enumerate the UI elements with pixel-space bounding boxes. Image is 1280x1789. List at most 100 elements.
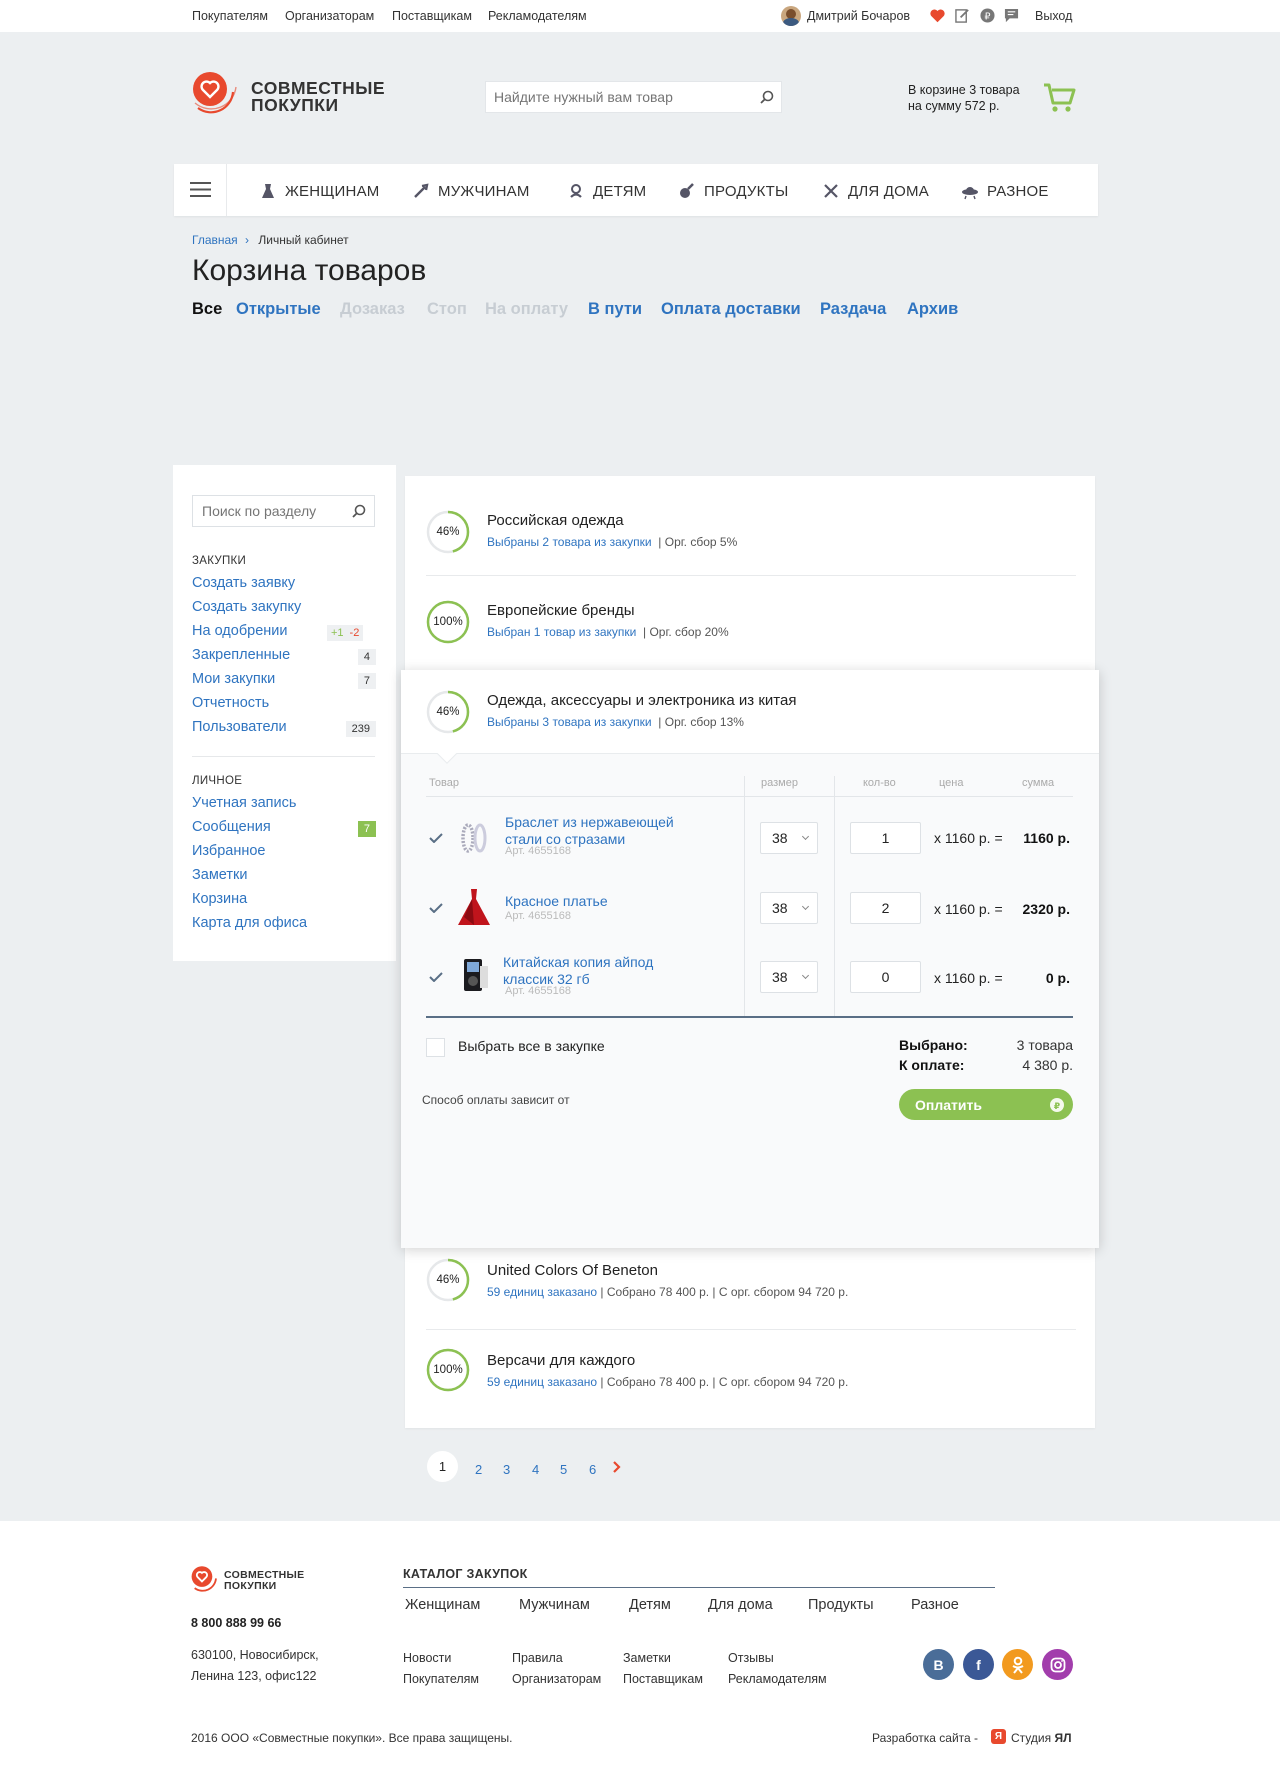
footer-link-suppliers[interactable]: Поставщикам: [623, 1672, 703, 1686]
logout-link[interactable]: Выход: [1035, 9, 1072, 23]
purchase-selected-link[interactable]: Выбраны 3 товара из закупки: [487, 715, 652, 729]
sidebar-item-fixed[interactable]: Закрепленные: [192, 647, 290, 663]
footer-link-buyers[interactable]: Покупателям: [403, 1672, 479, 1686]
sidebar-item-messages[interactable]: Сообщения: [192, 819, 271, 835]
purchase-selected-link[interactable]: Выбран 1 товар из закупки: [487, 625, 636, 639]
sidebar-item-reports[interactable]: Отчетность: [192, 695, 269, 711]
purchase-title[interactable]: Версачи для каждого: [487, 1352, 635, 1369]
purchase-ordered-link[interactable]: 59 единиц заказано: [487, 1375, 597, 1389]
product-name[interactable]: Браслет из нержавеющей стали со стразами: [505, 814, 674, 848]
cart-summary[interactable]: В корзине 3 товара на сумму 572 р.: [908, 82, 1020, 114]
studio-logo-icon[interactable]: Я: [991, 1729, 1006, 1744]
red-dress-product-image[interactable]: [456, 887, 492, 927]
tab-reorder[interactable]: Дозаказ: [340, 300, 405, 319]
tab-in-transit[interactable]: В пути: [588, 300, 642, 319]
heart-icon[interactable]: [930, 9, 945, 23]
checkbox-checked-icon[interactable]: [429, 903, 443, 913]
logo-icon[interactable]: [191, 70, 239, 116]
sidebar-item-create-request[interactable]: Создать заявку: [192, 575, 295, 591]
sidebar-item-create-purchase[interactable]: Создать закупку: [192, 599, 301, 615]
footer-cat-kids[interactable]: Детям: [629, 1597, 671, 1613]
purchase-title[interactable]: United Colors Of Beneton: [487, 1262, 658, 1279]
topbar-link-suppliers[interactable]: Поставщикам: [392, 9, 472, 23]
sidebar-item-favorites[interactable]: Избранное: [192, 843, 265, 859]
footer-link-notes[interactable]: Заметки: [623, 1651, 671, 1665]
tab-open[interactable]: Открытые: [236, 300, 321, 319]
purchase-title[interactable]: Одежда, аксессуары и электроника из кита…: [487, 692, 796, 709]
footer-link-organizers[interactable]: Организаторам: [512, 1672, 601, 1686]
quantity-input[interactable]: 2: [850, 892, 921, 924]
pay-button[interactable]: Оплатить ₽: [899, 1089, 1073, 1120]
product-name[interactable]: Красное платье: [505, 893, 608, 910]
instagram-icon[interactable]: ig: [1042, 1649, 1073, 1680]
page-3[interactable]: 3: [503, 1462, 510, 1477]
nav-home[interactable]: ДЛЯ ДОМА: [822, 182, 929, 200]
size-select[interactable]: 38: [760, 892, 818, 924]
page-2[interactable]: 2: [475, 1462, 482, 1477]
checkbox-checked-icon[interactable]: [429, 833, 443, 843]
nav-misc[interactable]: РАЗНОЕ: [961, 182, 1049, 200]
checkbox-checked-icon[interactable]: [429, 972, 443, 982]
ipod-product-image[interactable]: [458, 956, 492, 996]
sidebar-item-account[interactable]: Учетная запись: [192, 795, 296, 811]
footer-link-rules[interactable]: Правила: [512, 1651, 563, 1665]
tab-delivery-payment[interactable]: Оплата доставки: [661, 300, 801, 319]
tab-archive[interactable]: Архив: [907, 300, 958, 319]
purchase-ordered-link[interactable]: 59 единиц заказано: [487, 1285, 597, 1299]
select-all-checkbox[interactable]: [426, 1038, 445, 1057]
next-page-icon[interactable]: [613, 1461, 621, 1473]
footer-cat-men[interactable]: Мужчинам: [519, 1597, 590, 1613]
page-1-current[interactable]: 1: [427, 1451, 458, 1482]
footer-logo-icon[interactable]: [190, 1565, 220, 1593]
select-all-label[interactable]: Выбрать все в закупке: [458, 1038, 605, 1054]
tab-all[interactable]: Все: [192, 300, 222, 319]
logo-text[interactable]: СОВМЕСТНЫЕ ПОКУПКИ: [251, 79, 385, 114]
footer-cat-food[interactable]: Продукты: [808, 1597, 874, 1613]
sidebar-search-input[interactable]: [193, 496, 343, 526]
sidebar-item-my-purchases[interactable]: Мои закупки: [192, 671, 275, 687]
footer-cat-home[interactable]: Для дома: [708, 1597, 773, 1613]
topbar-link-advertisers[interactable]: Рекламодателям: [488, 9, 587, 23]
search-input[interactable]: [486, 82, 746, 112]
tab-to-pay[interactable]: На оплату: [485, 300, 568, 319]
breadcrumb-home[interactable]: Главная: [192, 233, 238, 247]
odnoklassniki-icon[interactable]: ok: [1002, 1649, 1033, 1680]
sidebar-item-users[interactable]: Пользователи: [192, 719, 287, 735]
ruble-icon[interactable]: ₽: [980, 8, 995, 23]
footer-link-news[interactable]: Новости: [403, 1651, 451, 1665]
facebook-icon[interactable]: f: [963, 1649, 994, 1680]
user-name[interactable]: Дмитрий Бочаров: [807, 9, 910, 23]
page-4[interactable]: 4: [532, 1462, 539, 1477]
topbar-link-buyers[interactable]: Покупателям: [192, 9, 268, 23]
edit-icon[interactable]: [955, 8, 970, 23]
product-name[interactable]: Китайская копия айпод классик 32 гб: [503, 954, 653, 988]
page-5[interactable]: 5: [560, 1462, 567, 1477]
footer-link-reviews[interactable]: Отзывы: [728, 1651, 774, 1665]
size-select[interactable]: 38: [760, 822, 818, 854]
sidebar-item-office-card[interactable]: Карта для офиса: [192, 915, 307, 931]
sidebar-item-cart[interactable]: Корзина: [192, 891, 247, 907]
search-icon[interactable]: [352, 504, 366, 518]
footer-link-advertisers[interactable]: Рекламодателям: [728, 1672, 827, 1686]
quantity-input[interactable]: 1: [850, 822, 921, 854]
footer-cat-women[interactable]: Женщинам: [405, 1597, 480, 1613]
quantity-input[interactable]: 0: [850, 961, 921, 993]
cart-icon[interactable]: [1043, 82, 1076, 114]
search-icon[interactable]: [760, 90, 774, 104]
purchase-selected-link[interactable]: Выбраны 2 товара из закупки: [487, 535, 652, 549]
purchase-title[interactable]: Европейские бренды: [487, 602, 635, 619]
sidebar-item-notes[interactable]: Заметки: [192, 867, 247, 883]
purchase-title[interactable]: Российская одежда: [487, 512, 624, 529]
avatar[interactable]: [781, 6, 801, 26]
footer-logo-text[interactable]: СОВМЕСТНЫЕ ПОКУПКИ: [224, 1570, 304, 1592]
tab-stop[interactable]: Стоп: [427, 300, 467, 319]
bracelet-product-image[interactable]: [456, 820, 492, 856]
vk-icon[interactable]: B: [923, 1649, 954, 1680]
size-select[interactable]: 38: [760, 961, 818, 993]
message-icon[interactable]: [1004, 8, 1019, 23]
nav-women[interactable]: ЖЕНЩИНАМ: [259, 182, 379, 200]
footer-dev-studio[interactable]: Студия ЯЛ: [1011, 1731, 1072, 1745]
footer-cat-misc[interactable]: Разное: [911, 1597, 959, 1613]
footer-phone[interactable]: 8 800 888 99 66: [191, 1616, 281, 1630]
sidebar-item-pending[interactable]: На одобрении: [192, 623, 287, 639]
